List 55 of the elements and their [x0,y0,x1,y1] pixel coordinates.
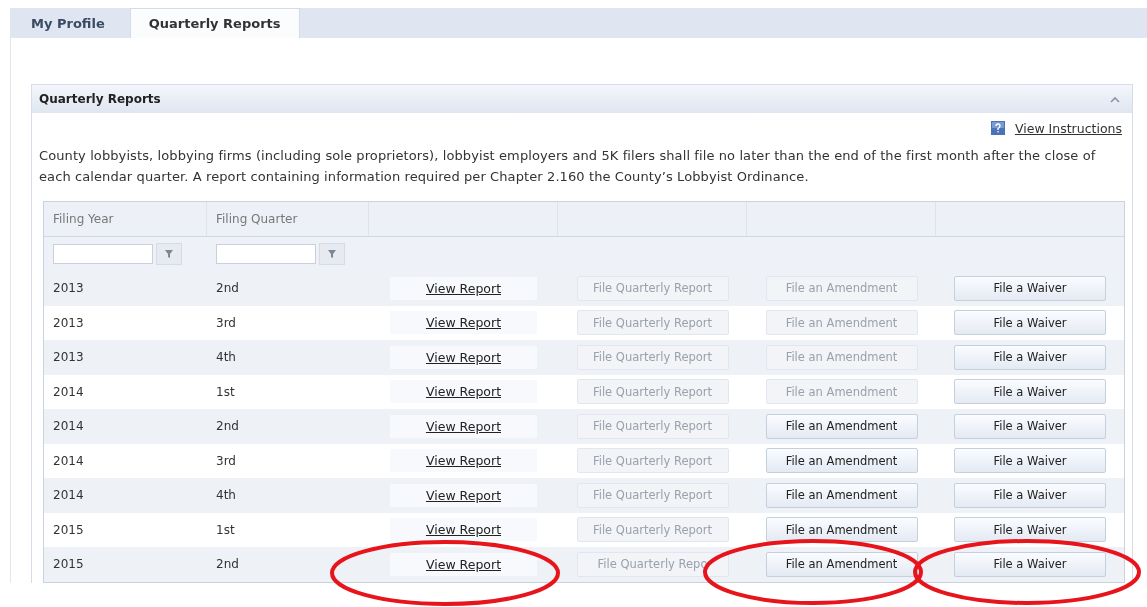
view-instructions-link[interactable]: View Instructions [1014,120,1122,136]
tab[interactable]: My Profile [10,8,126,38]
filter-field[interactable] [53,244,153,264]
table-cell-text: 2013 [52,349,85,367]
table-cell-text: 2013 [52,314,85,332]
view-report-link[interactable]: View Report [389,552,538,576]
view-report-link[interactable]: View Report [389,414,538,438]
table-cell-text: 2nd [215,280,240,298]
view-report-link[interactable]: View Report [389,449,538,473]
view-report-link[interactable]: View Report [389,276,538,300]
panel-title: Quarterly Reports [39,92,161,106]
file-amendment-button[interactable]: File an Amendment [765,517,918,543]
table-cell-text: 2014 [52,452,85,470]
column-header: Filing Quarter [207,202,369,236]
filter-button[interactable] [156,243,182,265]
file-waiver-button[interactable]: File a Waiver [954,344,1106,370]
table-cell-text: 1st [215,383,236,401]
table-cell-text: 2014 [52,383,85,401]
table-cell-text: 2nd [215,556,240,574]
table-cell-text: 2nd [215,418,240,436]
view-report-link[interactable]: View Report [389,311,538,335]
filter-button[interactable] [319,243,345,265]
view-report-link[interactable]: View Report [389,483,538,507]
file-waiver-button[interactable]: File a Waiver [954,482,1106,508]
file-waiver-button[interactable]: File a Waiver [954,517,1106,543]
view-report-link[interactable]: View Report [389,345,538,369]
filter-icon [327,249,337,259]
table-cell-text: 2015 [52,521,85,539]
file-waiver-button[interactable]: File a Waiver [954,310,1106,336]
view-report-link[interactable]: View Report [389,380,538,404]
filter-icon [164,249,174,259]
filter-field[interactable] [216,244,316,264]
help-icon [990,121,1005,135]
file-waiver-button[interactable]: File a Waiver [954,275,1106,301]
table-cell-text: 2014 [52,418,85,436]
table-cell-text: 2015 [52,556,85,574]
view-report-link[interactable]: View Report [389,518,538,542]
file-amendment-button[interactable]: File an Amendment [765,551,918,577]
table-cell-text: 1st [215,521,236,539]
description-text: County lobbyists, lobbying firms (including sole proprietors), lobbyist employers and 5K filers shall file no later than the end of the first month after the close of each calendar quarter. A report containing information required per Chapter 2.160 the County’s Lobbyist Ordinance. [39,147,1097,186]
table-cell-text: 3rd [215,452,237,470]
file-waiver-button[interactable]: File a Waiver [954,413,1106,439]
file-amendment-button[interactable]: File an Amendment [765,448,918,474]
column-header: Filing Year [44,202,207,236]
table-cell-text: 3rd [215,314,237,332]
file-amendment-button[interactable]: File an Amendment [765,413,918,439]
table-cell-text: 4th [215,487,237,505]
table-cell-text: 2014 [52,487,85,505]
file-waiver-button[interactable]: File a Waiver [954,551,1106,577]
table-cell-text: 2013 [52,280,85,298]
file-amendment-button[interactable]: File an Amendment [765,482,918,508]
file-waiver-button[interactable]: File a Waiver [954,448,1106,474]
tab[interactable]: Quarterly Reports [129,8,300,38]
file-waiver-button[interactable]: File a Waiver [954,379,1106,405]
table-cell-text: 4th [215,349,237,367]
